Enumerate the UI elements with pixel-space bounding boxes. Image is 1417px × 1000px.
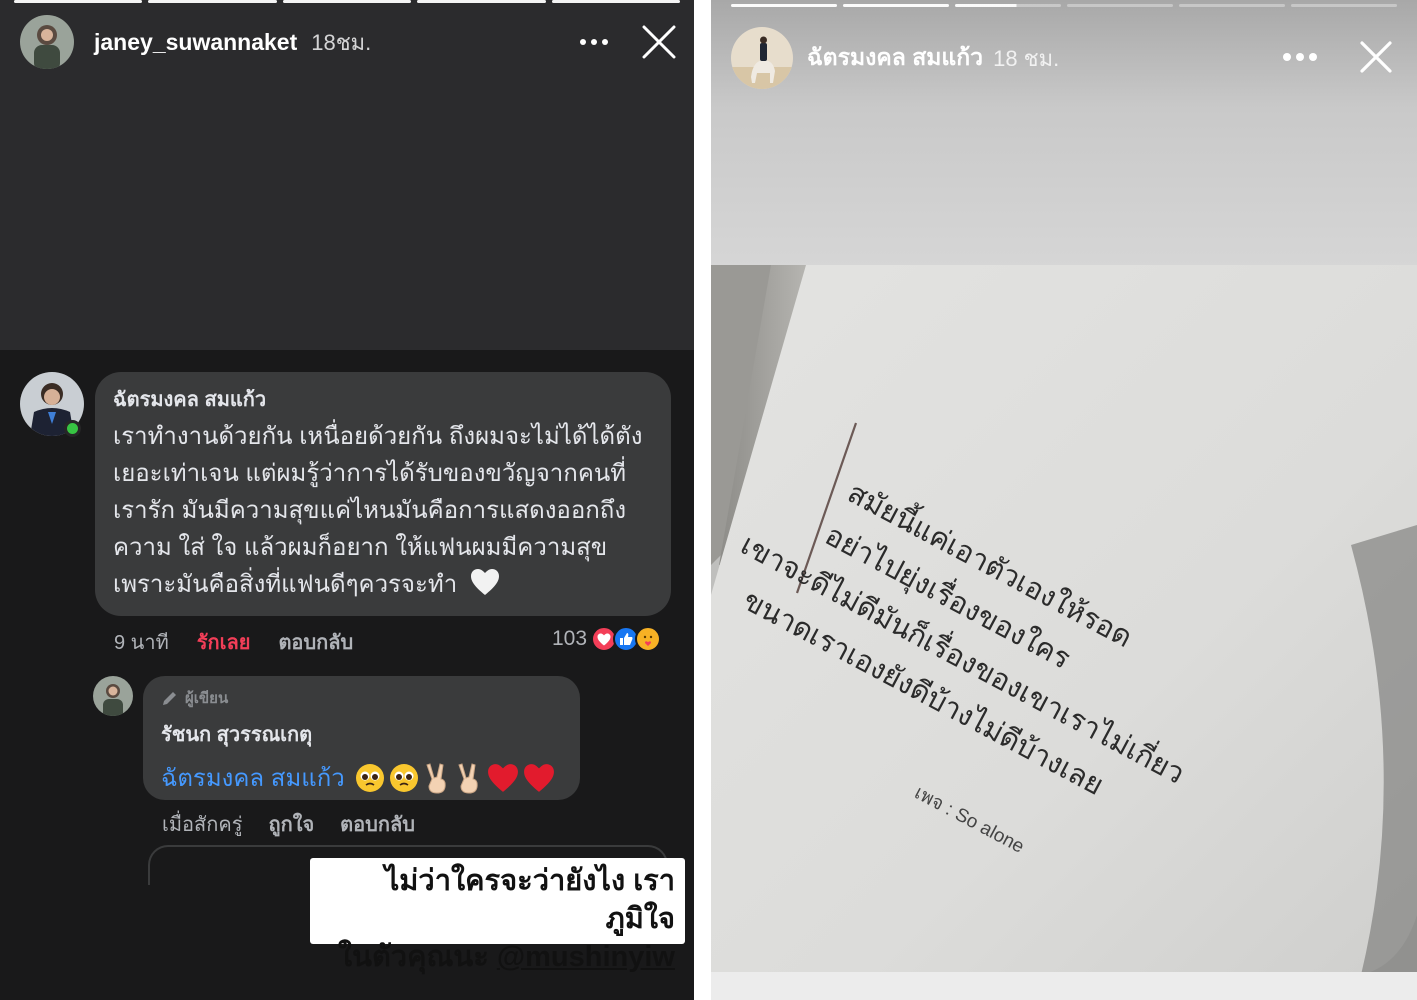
progress-segment <box>955 4 1061 7</box>
left-story: janey_suwannaket 18ชม. ฉัตรมงคล สมแก้ว เ… <box>0 0 694 1000</box>
more-dots-icon[interactable] <box>580 39 608 45</box>
story-time: 18 ชม. <box>993 45 1060 71</box>
author-badge-label: ผู้เขียน <box>185 690 229 707</box>
reply-text: ฉัตรมงคล สมแก้ว <box>161 758 562 797</box>
comment-line: เรารัก มันมีความสุขแค่ไหนมันคือการแสดงออ… <box>113 497 627 524</box>
story-caption: ไม่ว่าใครจะว่ายังไง เราภูมิใจ ในตัวคุณนะ… <box>310 858 685 973</box>
story-username[interactable]: ฉัตรมงคล สมแก้ว <box>807 40 983 76</box>
care-react-icon <box>635 626 662 652</box>
close-icon[interactable] <box>642 25 676 59</box>
screenshot-collage: janey_suwannaket 18ชม. ฉัตรมงคล สมแก้ว เ… <box>0 0 1417 1000</box>
comment-line: ความ ใส่ ใจ แล้วผมก็อยาก ให้แฟนผมมีความส… <box>113 534 608 561</box>
comment-actions: 9 นาที รักเลย ตอบกลับ <box>114 626 353 658</box>
comment-author[interactable]: ฉัตรมงคล สมแก้ว <box>113 386 653 414</box>
progress-segment <box>417 0 546 3</box>
story-background-bottom <box>711 972 1417 1000</box>
like-button[interactable]: ถูกใจ <box>268 808 314 840</box>
reaction-summary[interactable]: 103 <box>552 626 662 652</box>
comment-line: เพราะมันคือสิ่งที่แฟนดีๆควรจะทำ <box>113 571 458 598</box>
story-header: ฉัตรมงคล สมแก้ว 18 ชม. <box>731 27 1059 89</box>
victory-hand-icon <box>426 762 446 794</box>
reply-author[interactable]: รัชนก สุวรรณเกตุ <box>161 718 562 750</box>
victory-hand-icon <box>458 762 478 794</box>
reply-time: เมื่อสักครู่ <box>162 814 243 836</box>
comment-text: เราทำงานด้วยกัน เหนื่อยด้วยกัน ถึงผมจะไม… <box>113 418 653 603</box>
progress-segment <box>551 0 681 3</box>
progress-segment <box>1291 4 1397 7</box>
pleading-face-icon <box>355 763 384 792</box>
comment-time: 9 นาที <box>114 632 169 654</box>
story-time: 18ชม. <box>311 29 372 55</box>
reaction-count: 103 <box>552 627 588 650</box>
red-heart-icon <box>487 763 518 792</box>
white-heart-icon <box>470 569 499 595</box>
story-progress-bar <box>731 4 1397 8</box>
progress-segment <box>14 0 143 3</box>
caption-text: ในตัวคุณนะ <box>337 941 497 973</box>
comment-line: เยอะเท่าเจน แต่ผมรู้ว่าการได้รับของขวัญจ… <box>113 460 627 487</box>
pencil-icon <box>163 692 176 705</box>
story-progress-bar <box>14 0 681 4</box>
progress-segment <box>282 0 412 3</box>
online-status-dot <box>64 420 81 437</box>
replier-avatar[interactable] <box>93 676 133 716</box>
progress-segment <box>843 4 949 7</box>
progress-segment <box>1067 4 1173 7</box>
mention-link[interactable]: ฉัตรมงคล สมแก้ว <box>161 758 345 797</box>
red-heart-icon <box>523 763 554 792</box>
pleading-face-icon <box>389 763 418 792</box>
reaction-icons <box>591 626 662 652</box>
author-badge: ผู้เขียน <box>161 686 562 710</box>
progress-segment <box>148 0 277 3</box>
right-story: สมัยนี้แค่เอาตัวเองให้รอด อย่าไปยุ่งเรื่… <box>711 0 1417 1000</box>
reply-actions: เมื่อสักครู่ ถูกใจ ตอบกลับ <box>162 808 441 840</box>
love-button[interactable]: รักเลย <box>197 626 251 658</box>
story-username[interactable]: janey_suwannaket <box>94 29 297 56</box>
more-dots-icon[interactable] <box>1283 53 1317 61</box>
progress-segment <box>1179 4 1285 7</box>
caption-line: ในตัวคุณนะ @mushinyiw <box>320 938 675 976</box>
progress-segment <box>731 4 837 7</box>
story-header: janey_suwannaket 18ชม. <box>20 15 371 69</box>
avatar[interactable] <box>731 27 793 89</box>
comment-line-last: เพราะมันคือสิ่งที่แฟนดีๆควรจะทำ <box>113 566 653 603</box>
mention-sticker[interactable]: @mushinyiw <box>497 941 675 973</box>
caption-line: ไม่ว่าใครจะว่ายังไง เราภูมิใจ <box>384 865 675 935</box>
comment-bubble: ฉัตรมงคล สมแก้ว เราทำงานด้วยกัน เหนื่อยด… <box>95 372 671 616</box>
reply-button[interactable]: ตอบกลับ <box>340 808 415 840</box>
avatar[interactable] <box>20 15 74 69</box>
comment-line: เราทำงานด้วยกัน เหนื่อยด้วยกัน ถึงผมจะไม… <box>113 423 643 450</box>
reply-button[interactable]: ตอบกลับ <box>278 626 353 658</box>
close-icon[interactable] <box>1360 41 1392 73</box>
reply-bubble: ผู้เขียน รัชนก สุวรรณเกตุ ฉัตรมงคล สมแก้… <box>143 676 580 800</box>
